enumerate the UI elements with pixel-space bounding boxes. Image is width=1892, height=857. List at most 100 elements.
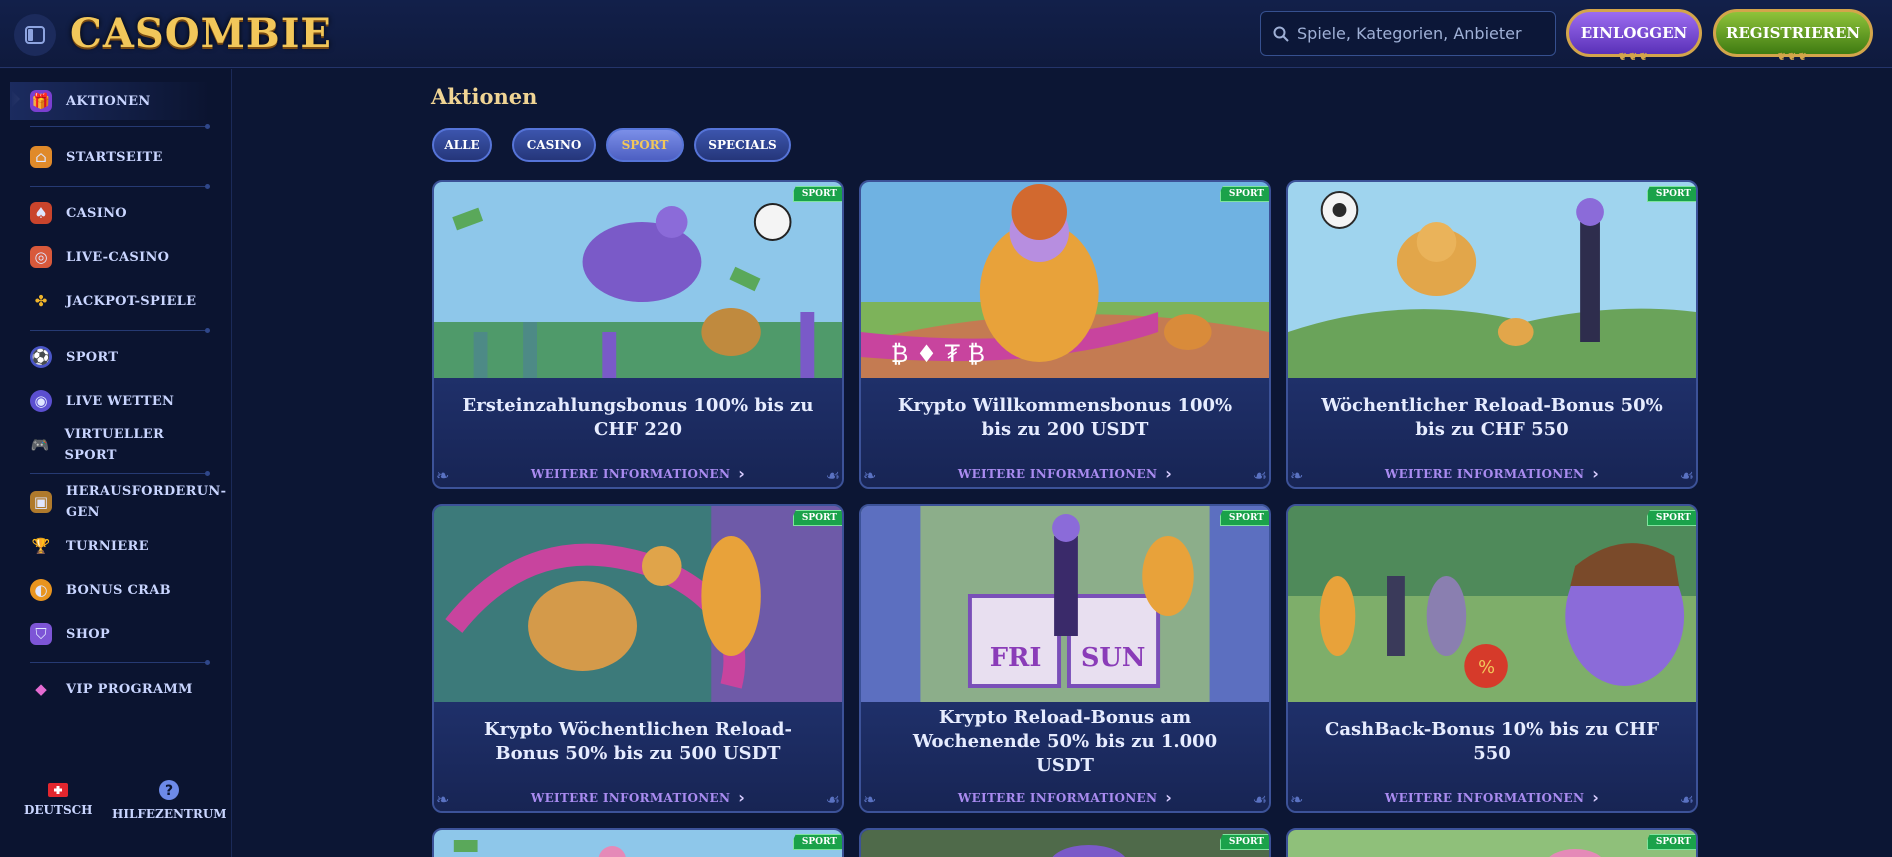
chevron-right-icon: › [1165, 788, 1173, 807]
promo-card[interactable]: ₿ ♦ ₮ ₿ SPORT Krypto Willkommensbonus 10… [859, 180, 1271, 489]
promo-image-weekend-dice: FRI SUN [861, 506, 1269, 702]
promo-card-partial[interactable]: SPORT [432, 828, 844, 857]
sidebar-toggle-button[interactable] [14, 14, 56, 56]
sidebar-item-turniere[interactable]: 🏆 TURNIERE [10, 527, 210, 565]
sport-badge: SPORT [792, 510, 842, 526]
more-info-link[interactable]: WEITERE INFORMATIONEN › [1288, 464, 1696, 483]
more-info-label: WEITERE INFORMATIONEN [957, 466, 1158, 481]
ornament-icon: ☙ [825, 790, 840, 809]
promo-card[interactable]: SPORT Krypto Wöchentlichen Reload-Bonus … [432, 504, 844, 813]
sidebar-item-jackpot-spiele[interactable]: ✤ JACKPOT-SPIELE [10, 282, 210, 320]
sidebar-item-herausforderungen[interactable]: ▣ HERAUSFORDERUN-GEN [10, 480, 227, 524]
sidebar-item-shop[interactable]: ⛉ SHOP [10, 615, 210, 653]
promo-card-partial[interactable]: SPORT [859, 828, 1271, 857]
sport-badge: SPORT [1219, 510, 1269, 526]
sidebar-item-live-wetten[interactable]: ◉ LIVE WETTEN [10, 382, 210, 420]
filter-sport[interactable]: SPORT [606, 128, 684, 162]
ornament-icon: ❧ [1290, 466, 1304, 485]
language-selector[interactable]: DEUTSCH [24, 783, 93, 817]
sidebar-item-label: VIRTUELLER SPORT [64, 427, 165, 463]
ornament-icon: ☙ [1679, 466, 1694, 485]
sidebar-divider [30, 660, 210, 665]
filter-casino[interactable]: CASINO [512, 128, 596, 162]
sidebar-item-label: STARTSEITE [66, 149, 163, 165]
chevron-right-icon: › [738, 464, 746, 483]
login-button-label: EINLOGGEN [1580, 24, 1688, 42]
sport-badge: SPORT [1219, 834, 1269, 850]
promo-image-zombie-soccer [434, 182, 842, 378]
register-button[interactable]: REGISTRIEREN ❦❦❦ [1713, 9, 1873, 63]
sport-badge: SPORT [1219, 186, 1269, 202]
house-icon: ⌂ [30, 146, 52, 168]
trophy-icon: 🏆 [31, 537, 51, 555]
promo-card[interactable]: SPORT Ersteinzahlungsbonus 100% bis zu C… [432, 180, 844, 489]
sidebar-item-label: LIVE WETTEN [66, 393, 175, 409]
sidebar-item-sport[interactable]: ⚽ SPORT [10, 338, 210, 376]
card-title: Ersteinzahlungsbonus 100% bis zu CHF 220 [462, 395, 814, 440]
promo-image-cashback-zombie: % [1288, 506, 1696, 702]
promo-image-partial [1288, 830, 1696, 857]
search-input[interactable] [1297, 24, 1537, 43]
promo-image-partial [861, 830, 1269, 857]
card-body: Krypto Reload-Bonus am Wochenende 50% bi… [861, 702, 1269, 811]
more-info-link[interactable]: WEITERE INFORMATIONEN › [861, 788, 1269, 807]
chest-icon: ▣ [30, 491, 52, 513]
svg-text:SUN: SUN [1081, 643, 1146, 673]
ornament-icon: ☙ [1679, 790, 1694, 809]
svg-text:%: % [1478, 657, 1495, 678]
svg-text:FRI: FRI [990, 643, 1042, 673]
language-label: DEUTSCH [24, 803, 93, 817]
chevron-right-icon: › [1592, 788, 1600, 807]
promo-image-crypto-finish-line: ₿ ♦ ₮ ₿ [861, 182, 1269, 378]
card-title: Krypto Willkommensbonus 100% bis zu 200 … [897, 395, 1233, 440]
casombie-logo[interactable]: CASOMBIE [70, 8, 332, 58]
filter-specials[interactable]: SPECIALS [694, 128, 791, 162]
sidebar-item-label: TURNIERE [66, 538, 149, 554]
search-box[interactable] [1260, 11, 1556, 56]
sidebar-item-startseite[interactable]: ⌂ STARTSEITE [10, 138, 210, 176]
promo-card[interactable]: % SPORT CashBack-Bonus 10% bis zu CHF 55… [1286, 504, 1698, 813]
login-button[interactable]: EINLOGGEN ❦❦❦ [1566, 9, 1702, 63]
more-info-link[interactable]: WEITERE INFORMATIONEN › [434, 788, 842, 807]
sidebar-item-label: LIVE-CASINO [66, 249, 170, 265]
sidebar-item-label: CASINO [66, 205, 127, 221]
more-info-link[interactable]: WEITERE INFORMATIONEN › [861, 464, 1269, 483]
more-info-label: WEITERE INFORMATIONEN [957, 790, 1158, 805]
promo-card[interactable]: FRI SUN SPORT Krypto Reload-Bonus am Woc… [859, 504, 1271, 813]
sidebar-item-label: HERAUSFORDERUN-GEN [66, 484, 227, 520]
promo-card-partial[interactable]: SPORT [1286, 828, 1698, 857]
sidebar-item-live-casino[interactable]: ◎ LIVE-CASINO [10, 238, 210, 276]
sport-badge: SPORT [1646, 510, 1696, 526]
gift-icon: 🎁 [30, 90, 52, 112]
filter-label: ALLE [444, 138, 480, 152]
ornament-icon: ❧ [1290, 790, 1304, 809]
sport-badge: SPORT [1646, 834, 1696, 850]
cards-icon: ♠ [30, 202, 52, 224]
register-button-label: REGISTRIEREN [1725, 24, 1861, 42]
filter-label: CASINO [526, 138, 582, 152]
chevron-right-icon: › [738, 788, 746, 807]
more-info-link[interactable]: WEITERE INFORMATIONEN › [434, 464, 842, 483]
sidebar-item-bonus-crab[interactable]: ◐ BONUS CRAB [10, 571, 210, 609]
sidebar-item-vip-programm[interactable]: ◆ VIP PROGRAMM [10, 670, 210, 708]
promo-card[interactable]: SPORT Wöchentlicher Reload-Bonus 50% bis… [1286, 180, 1698, 489]
sidebar-item-label: SHOP [66, 626, 110, 642]
promo-image-partial [434, 830, 842, 857]
more-info-label: WEITERE INFORMATIONEN [530, 466, 731, 481]
filter-alle[interactable]: ALLE [432, 128, 492, 162]
search-icon [1273, 26, 1289, 42]
sidebar-item-virtueller-sport[interactable]: 🎮 VIRTUELLER SPORT [10, 426, 210, 464]
help-center-link[interactable]: ? HILFEZENTRUM [112, 780, 227, 821]
card-title: Krypto Reload-Bonus am Wochenende 50% bi… [912, 707, 1218, 776]
sidebar-item-casino[interactable]: ♠ CASINO [10, 194, 210, 232]
soccer-ball-icon: ⚽ [30, 346, 52, 368]
sidebar-item-aktionen[interactable]: 🎁 AKTIONEN [10, 82, 210, 120]
card-body: Ersteinzahlungsbonus 100% bis zu CHF 220… [434, 378, 842, 487]
ornament-icon: ❧ [436, 790, 450, 809]
sidebar-toggle-icon [25, 26, 45, 44]
filter-label: SPECIALS [708, 138, 777, 152]
chevron-right-icon: › [1165, 464, 1173, 483]
card-body: CashBack-Bonus 10% bis zu CHF 550 WEITER… [1288, 702, 1696, 811]
ornament-icon: ❧ [863, 466, 877, 485]
more-info-link[interactable]: WEITERE INFORMATIONEN › [1288, 788, 1696, 807]
